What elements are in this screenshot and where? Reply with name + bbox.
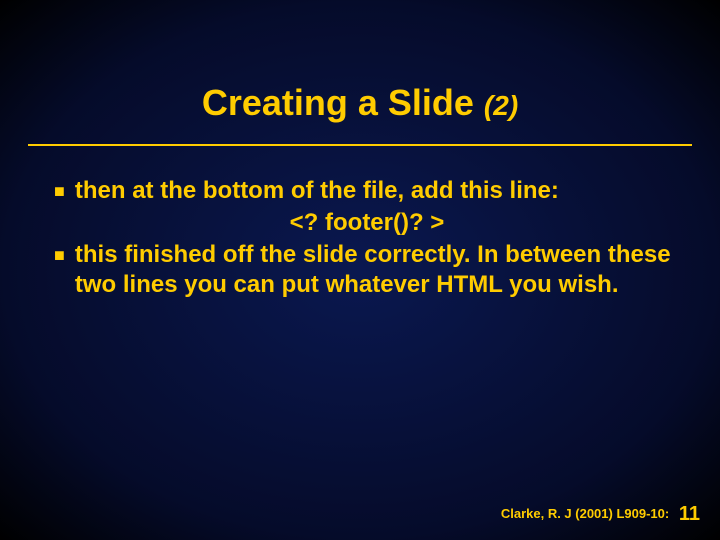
list-item: ■ then at the bottom of the file, add th…	[54, 176, 680, 206]
page-number: 11	[679, 503, 700, 525]
bullet-text: this finished off the slide correctly. I…	[75, 240, 680, 300]
code-line: <? footer()? >	[54, 208, 680, 238]
title-main: Creating a Slide	[202, 82, 484, 123]
footer-citation: Clarke, R. J (2001) L909-10:	[501, 506, 669, 521]
content-area: ■ then at the bottom of the file, add th…	[0, 176, 720, 300]
title-underline	[28, 144, 692, 146]
list-item: ■ this finished off the slide correctly.…	[54, 240, 680, 300]
bullet-text: then at the bottom of the file, add this…	[75, 176, 559, 206]
square-bullet-icon: ■	[54, 176, 65, 206]
slide-footer: Clarke, R. J (2001) L909-10: 11	[501, 503, 700, 526]
title-sub: (2)	[484, 90, 518, 121]
slide: Creating a Slide (2) ■ then at the botto…	[0, 0, 720, 540]
square-bullet-icon: ■	[54, 240, 65, 270]
slide-title: Creating a Slide (2)	[0, 0, 720, 144]
